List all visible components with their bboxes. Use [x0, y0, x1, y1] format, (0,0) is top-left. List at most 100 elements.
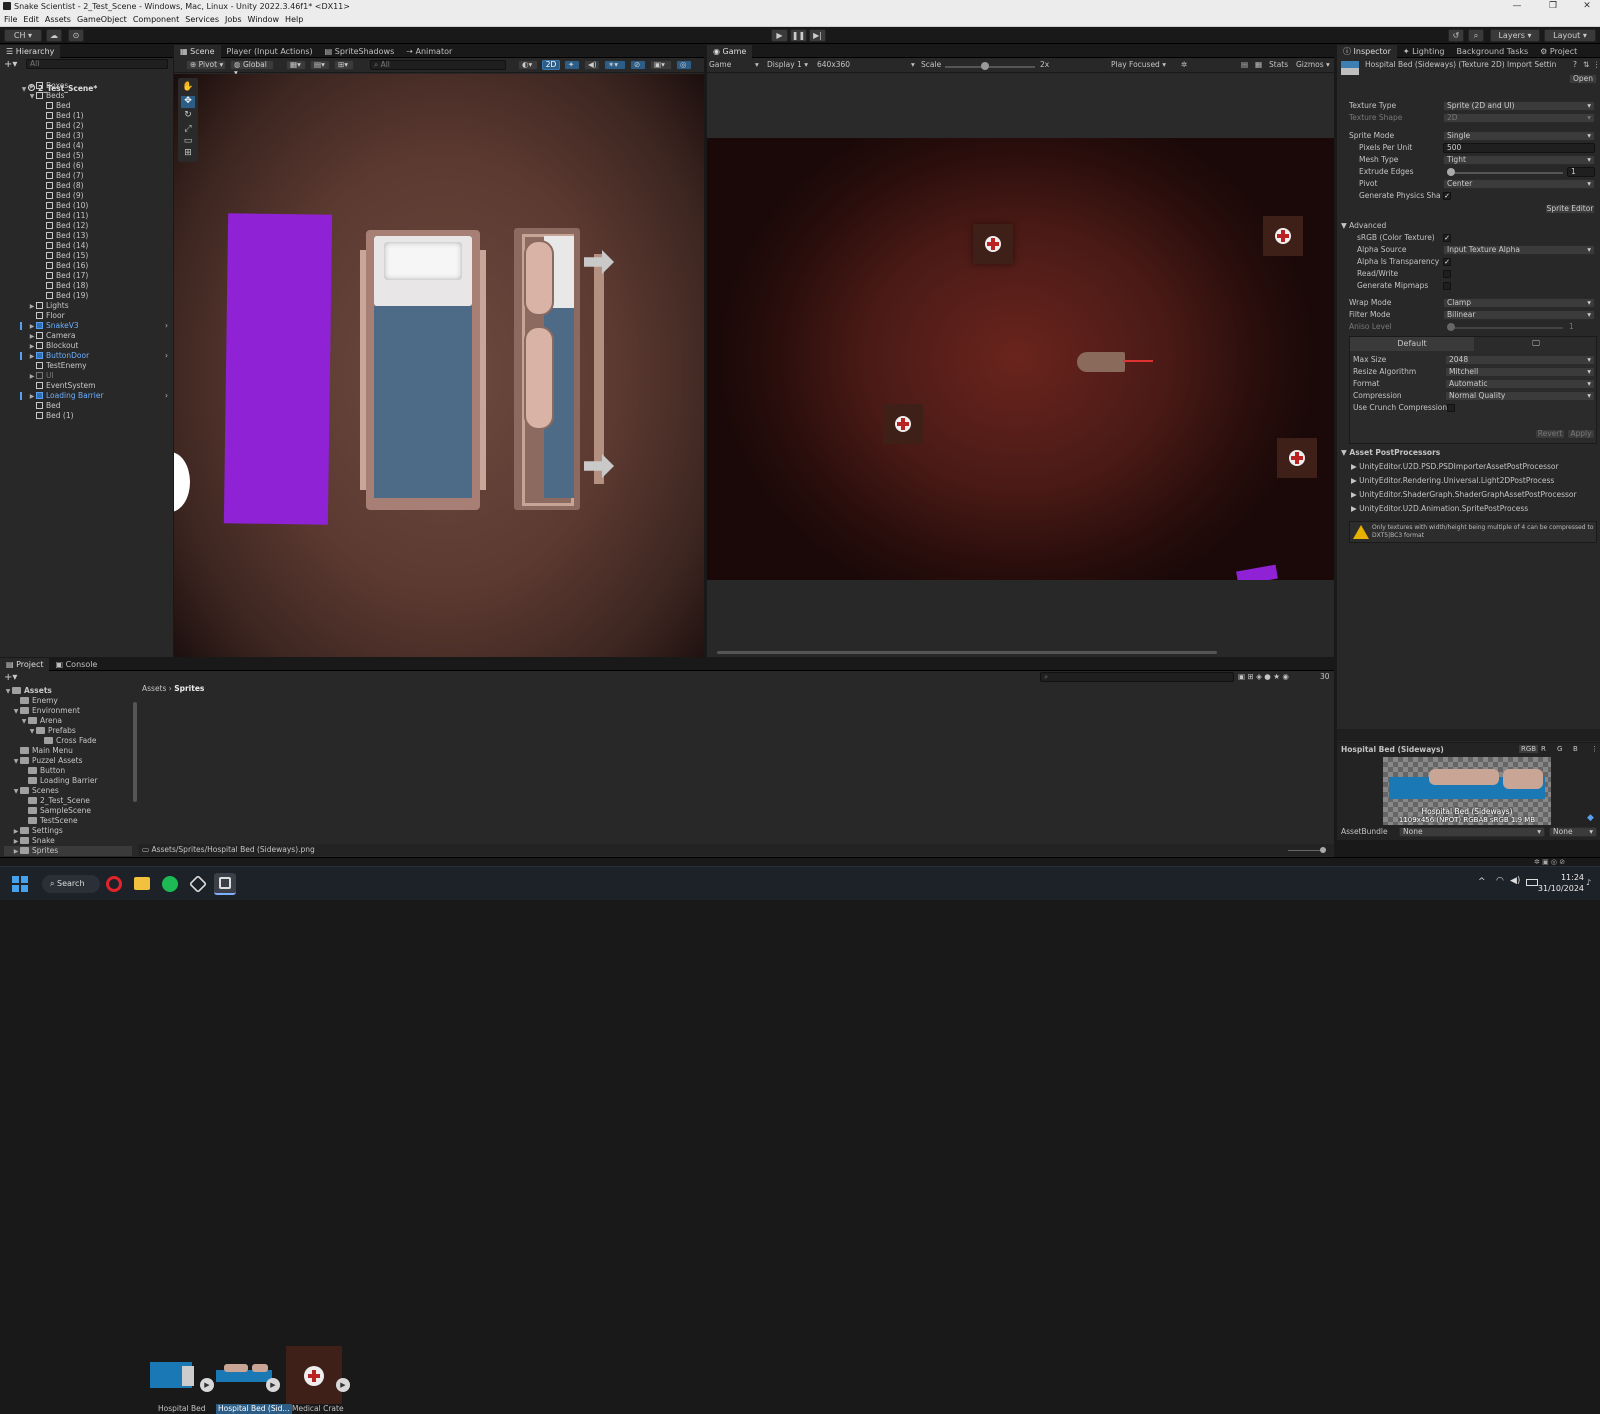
- hierarchy-item[interactable]: ▶ Camera: [20, 331, 172, 341]
- pause-button[interactable]: ❚❚: [790, 29, 807, 42]
- help-icon[interactable]: ?: [1573, 60, 1577, 70]
- hierarchy-item[interactable]: Bed (5): [20, 151, 172, 161]
- menu-window[interactable]: Window: [248, 15, 280, 24]
- project-folder-item[interactable]: ▶ Settings: [4, 826, 132, 836]
- hierarchy-item[interactable]: Bed (7): [20, 171, 172, 181]
- postprocessor-item[interactable]: ▶ UnityEditor.ShaderGraph.ShaderGraphAss…: [1351, 490, 1577, 500]
- postprocessor-item[interactable]: ▶ UnityEditor.Rendering.Universal.Light2…: [1351, 476, 1554, 486]
- generate-physics-checkbox[interactable]: ✓: [1443, 192, 1451, 200]
- effects-toggle-icon[interactable]: ✶▾: [604, 60, 626, 70]
- sprite-mode-dropdown[interactable]: Single ▾: [1443, 131, 1595, 141]
- hierarchy-item[interactable]: Bed: [20, 401, 172, 411]
- stats-button[interactable]: Stats: [1269, 60, 1288, 70]
- project-folder-item[interactable]: ▼ Puzzel Assets: [4, 756, 132, 766]
- increment-snap-icon[interactable]: ⊞▾: [334, 60, 354, 70]
- prefab-open-arrow-icon[interactable]: ›: [165, 351, 168, 361]
- hierarchy-item[interactable]: Bed (6): [20, 161, 172, 171]
- asset-hospital-bed-sideways[interactable]: [216, 1346, 274, 1404]
- rect-tool-icon[interactable]: ▭: [181, 136, 195, 148]
- channel-g-button[interactable]: G: [1557, 745, 1562, 753]
- hierarchy-item[interactable]: Bed (12): [20, 221, 172, 231]
- audio-toggle-icon[interactable]: ◀): [584, 60, 600, 70]
- breadcrumb-assets[interactable]: Assets: [142, 684, 166, 693]
- asset-play-icon[interactable]: ▶: [266, 1378, 280, 1392]
- gizmos-dropdown[interactable]: Gizmos ▾: [1296, 60, 1330, 70]
- project-folder-item[interactable]: Button: [4, 766, 132, 776]
- move-tool-icon[interactable]: ✥: [181, 96, 195, 108]
- readwrite-checkbox[interactable]: [1443, 270, 1451, 278]
- grid-snap-icon[interactable]: ▦▾: [286, 60, 306, 70]
- collab-icon[interactable]: ⊙: [68, 29, 84, 42]
- tab-lighting[interactable]: ✦ Lighting: [1397, 45, 1451, 58]
- layout-dropdown[interactable]: Layout ▾: [1544, 29, 1596, 42]
- medical-crate[interactable]: [973, 224, 1013, 264]
- crunch-compression-checkbox[interactable]: [1447, 404, 1455, 412]
- project-folder-item[interactable]: SampleScene: [4, 806, 132, 816]
- asset-play-icon[interactable]: ▶: [200, 1378, 214, 1392]
- project-folder-item[interactable]: Cross Fade: [4, 736, 132, 746]
- tab-player-input-actions[interactable]: Player (Input Actions): [221, 45, 319, 58]
- tab-inspector[interactable]: ⓘ Inspector: [1337, 44, 1397, 58]
- channel-rgb-button[interactable]: RGB: [1519, 745, 1539, 753]
- hierarchy-item[interactable]: ▼ Beds: [20, 91, 172, 101]
- pixels-per-unit-input[interactable]: 500: [1443, 143, 1595, 153]
- extrude-slider-thumb[interactable]: [1447, 168, 1455, 176]
- extrude-slider-track[interactable]: [1447, 172, 1563, 174]
- play-focused-dropdown[interactable]: Play Focused ▾: [1111, 60, 1166, 70]
- tab-console[interactable]: ▣ Console: [49, 658, 103, 671]
- scene-search-input[interactable]: ⌕ All: [370, 60, 506, 70]
- medical-crate[interactable]: [1263, 216, 1303, 256]
- hierarchy-item[interactable]: EventSystem: [20, 381, 172, 391]
- max-size-dropdown[interactable]: 2048 ▾: [1445, 355, 1595, 365]
- mipmaps-checkbox[interactable]: [1443, 282, 1451, 290]
- hand-tool-icon[interactable]: ✋: [181, 82, 195, 94]
- gizmos-toggle-icon[interactable]: ◎: [676, 60, 692, 70]
- tab-scene[interactable]: ▦ Scene: [174, 44, 221, 58]
- hierarchy-item[interactable]: Bed (14): [20, 241, 172, 251]
- tray-chevron-icon[interactable]: ^: [1478, 877, 1486, 887]
- asset-play-icon[interactable]: ▶: [336, 1378, 350, 1392]
- inspector-menu-icon[interactable]: ⋮: [1593, 60, 1600, 70]
- project-folder-item[interactable]: ▼ Arena: [4, 716, 132, 726]
- project-folder-item[interactable]: ▼ Prefabs: [4, 726, 132, 736]
- hierarchy-item[interactable]: Bed (1): [20, 111, 172, 121]
- wifi-icon[interactable]: ◠: [1496, 876, 1504, 886]
- prefab-open-arrow-icon[interactable]: ›: [165, 321, 168, 331]
- mute-audio-icon[interactable]: ✲: [1181, 60, 1187, 70]
- history-icon[interactable]: ↺: [1448, 29, 1464, 42]
- account-button[interactable]: CH ▾: [4, 29, 42, 42]
- unity-hub-icon[interactable]: [188, 874, 208, 894]
- medical-crate[interactable]: [883, 404, 923, 444]
- project-toolbar-icons[interactable]: ▣ ⊞ ◈ ● ★ ◉: [1238, 672, 1289, 682]
- hierarchy-item[interactable]: Bed (15): [20, 251, 172, 261]
- volume-icon[interactable]: ◀): [1510, 876, 1520, 886]
- platform-tab-default[interactable]: Default: [1350, 337, 1474, 351]
- postprocessor-item[interactable]: ▶ UnityEditor.U2D.PSD.PSDImporterAssetPo…: [1351, 462, 1559, 472]
- transform-tool-icon[interactable]: ⊞: [181, 148, 195, 160]
- maximize-button[interactable]: ❐: [1540, 0, 1566, 13]
- scale-slider-thumb[interactable]: [981, 62, 989, 70]
- scene-camera-icon[interactable]: ▣▾: [650, 60, 672, 70]
- grid-visibility-icon[interactable]: ▤▾: [310, 60, 330, 70]
- hierarchy-item[interactable]: Bed (13): [20, 231, 172, 241]
- project-folder-item[interactable]: Enemy: [4, 696, 132, 706]
- hospital-bed-sprite[interactable]: [360, 230, 486, 510]
- hierarchy-item[interactable]: Bed (16): [20, 261, 172, 271]
- purple-loading-barrier[interactable]: [223, 213, 333, 525]
- hierarchy-item[interactable]: Bed: [20, 101, 172, 111]
- alpha-transparency-checkbox[interactable]: ✓: [1443, 258, 1451, 266]
- play-button[interactable]: ▶: [771, 29, 788, 42]
- assetbundle-dropdown[interactable]: None ▾: [1399, 827, 1545, 837]
- game-scrollbar[interactable]: [717, 651, 1217, 654]
- hierarchy-item[interactable]: ▶ Lights: [20, 301, 172, 311]
- alpha-source-dropdown[interactable]: Input Texture Alpha ▾: [1443, 245, 1595, 255]
- tab-game[interactable]: ◉ Game: [707, 44, 753, 58]
- tab-project[interactable]: ▤ Project: [0, 657, 50, 671]
- hierarchy-item[interactable]: ▶ SnakeV3 ›: [20, 321, 172, 331]
- format-dropdown[interactable]: Automatic ▾: [1445, 379, 1595, 389]
- project-folder-item[interactable]: Main Menu: [4, 746, 132, 756]
- project-folder-item[interactable]: ▶ Snake: [4, 836, 132, 846]
- spotify-icon[interactable]: [162, 876, 178, 892]
- hierarchy-item[interactable]: ▶ ButtonDoor ›: [20, 351, 172, 361]
- tab-background-tasks[interactable]: Background Tasks: [1450, 45, 1534, 58]
